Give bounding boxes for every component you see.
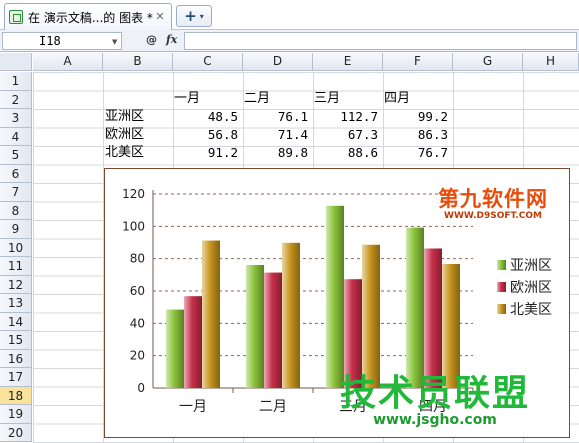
bar-北美区 <box>362 244 380 388</box>
watermark-top-text: 第九软件网 <box>438 187 548 211</box>
value-cell[interactable]: 99.2 <box>382 107 448 126</box>
row-header[interactable]: 13 <box>0 294 32 313</box>
y-tick-label: 80 <box>130 252 145 266</box>
watermark-bottom-text: 技术员联盟 <box>340 373 531 414</box>
row-header[interactable]: 16 <box>0 349 32 368</box>
column-header[interactable]: F <box>383 53 453 71</box>
value-cell[interactable]: 89.8 <box>242 143 308 162</box>
name-box-dropdown-icon[interactable]: ▼ <box>112 38 117 46</box>
x-tick-label: 二月 <box>259 399 287 415</box>
legend-swatch-北美区 <box>497 304 506 314</box>
row-label-asia[interactable]: 亚洲区 <box>105 107 144 126</box>
bar-北美区 <box>442 264 460 388</box>
value-cell[interactable]: 88.6 <box>312 143 378 162</box>
row-header[interactable]: 19 <box>0 405 32 424</box>
bar-北美区 <box>282 242 300 388</box>
row-header[interactable]: 11 <box>0 257 32 276</box>
watermark-bottom-logo: 技术员联盟 www.jsgho.com <box>340 373 531 429</box>
y-tick-label: 40 <box>130 316 145 330</box>
column-header[interactable]: H <box>523 53 579 71</box>
legend-swatch-欧洲区 <box>497 282 506 292</box>
legend-label: 亚洲区 <box>510 258 552 274</box>
bar-北美区 <box>202 240 220 388</box>
header-cell-mar[interactable]: 三月 <box>314 89 340 108</box>
close-tab-icon[interactable]: ✕ <box>153 10 167 24</box>
spreadsheet-icon <box>9 10 23 24</box>
value-cell[interactable]: 56.8 <box>172 125 238 144</box>
watermark-bottom-url: www.jsgho.com <box>373 412 497 428</box>
y-tick-label: 100 <box>122 219 145 233</box>
value-cell[interactable]: 67.3 <box>312 125 378 144</box>
row-header[interactable]: 9 <box>0 220 32 239</box>
legend-swatch-亚洲区 <box>497 260 506 270</box>
fx-icon[interactable]: fx <box>166 33 177 46</box>
column-header[interactable]: B <box>103 53 173 71</box>
header-cell-feb[interactable]: 二月 <box>244 89 270 108</box>
select-all-corner[interactable] <box>0 53 32 71</box>
row-header[interactable]: 3 <box>0 109 32 128</box>
row-header[interactable]: 8 <box>0 201 32 220</box>
column-header[interactable]: E <box>313 53 383 71</box>
value-cell[interactable]: 76.1 <box>242 107 308 126</box>
y-tick-label: 20 <box>130 349 145 363</box>
value-cell[interactable]: 48.5 <box>172 107 238 126</box>
name-box[interactable]: I18 <box>2 32 122 50</box>
chevron-down-icon[interactable]: ▾ <box>200 12 204 21</box>
row-header[interactable]: 4 <box>0 127 32 146</box>
header-cell-apr[interactable]: 四月 <box>384 89 410 108</box>
y-tick-label: 60 <box>130 284 145 298</box>
search-function-icon[interactable]: @ <box>146 33 157 46</box>
row-header[interactable]: 2 <box>0 90 32 109</box>
formula-bar: I18 ▼ @ fx <box>0 30 579 52</box>
row-header[interactable]: 12 <box>0 275 32 294</box>
bar-亚洲区 <box>406 227 424 388</box>
value-cell[interactable]: 76.7 <box>382 143 448 162</box>
header-cell-jan[interactable]: 一月 <box>174 89 200 108</box>
legend-label: 北美区 <box>510 302 552 318</box>
column-header[interactable]: D <box>243 53 313 71</box>
row-header[interactable]: 18 <box>0 386 32 405</box>
row-header[interactable]: 5 <box>0 146 32 165</box>
value-cell[interactable]: 71.4 <box>242 125 308 144</box>
watermark-top-url: WWW.D9SOFT.COM <box>444 211 542 221</box>
x-tick-label: 一月 <box>179 399 207 415</box>
bar-欧洲区 <box>344 279 362 388</box>
value-cell[interactable]: 86.3 <box>382 125 448 144</box>
column-header[interactable]: G <box>453 53 523 71</box>
new-tab-button[interactable]: + ▾ <box>176 5 212 27</box>
row-header[interactable]: 20 <box>0 423 32 442</box>
tab-title: 在 演示文稿...的 图表 * <box>28 10 153 25</box>
row-header[interactable]: 17 <box>0 368 32 387</box>
row-header[interactable]: 10 <box>0 238 32 257</box>
row-header[interactable]: 7 <box>0 183 32 202</box>
bar-欧洲区 <box>184 296 202 388</box>
y-tick-label: 120 <box>122 187 145 201</box>
row-header[interactable]: 6 <box>0 164 32 183</box>
bar-亚洲区 <box>246 264 264 388</box>
watermark-top-logo: 第九软件网 WWW.D9SOFT.COM <box>438 183 548 221</box>
value-cell[interactable]: 112.7 <box>312 107 378 126</box>
row-label-europe[interactable]: 欧洲区 <box>105 125 144 144</box>
y-tick-label: 0 <box>137 381 145 395</box>
bar-亚洲区 <box>166 309 184 388</box>
bar-欧洲区 <box>264 272 282 388</box>
row-label-north-america[interactable]: 北美区 <box>105 143 144 162</box>
document-tab[interactable]: 在 演示文稿...的 图表 * ✕ <box>4 3 172 30</box>
formula-input[interactable] <box>184 32 577 50</box>
column-header[interactable]: C <box>173 53 243 71</box>
row-header[interactable]: 14 <box>0 312 32 331</box>
row-header[interactable]: 15 <box>0 331 32 350</box>
plus-icon: + <box>184 7 197 25</box>
value-cell[interactable]: 91.2 <box>172 143 238 162</box>
bar-欧洲区 <box>424 248 442 388</box>
tab-bar: 在 演示文稿...的 图表 * ✕ + ▾ <box>0 0 579 30</box>
row-header[interactable]: 1 <box>0 72 32 91</box>
bar-亚洲区 <box>326 205 344 388</box>
legend-label: 欧洲区 <box>510 280 552 296</box>
column-header[interactable]: A <box>33 53 103 71</box>
